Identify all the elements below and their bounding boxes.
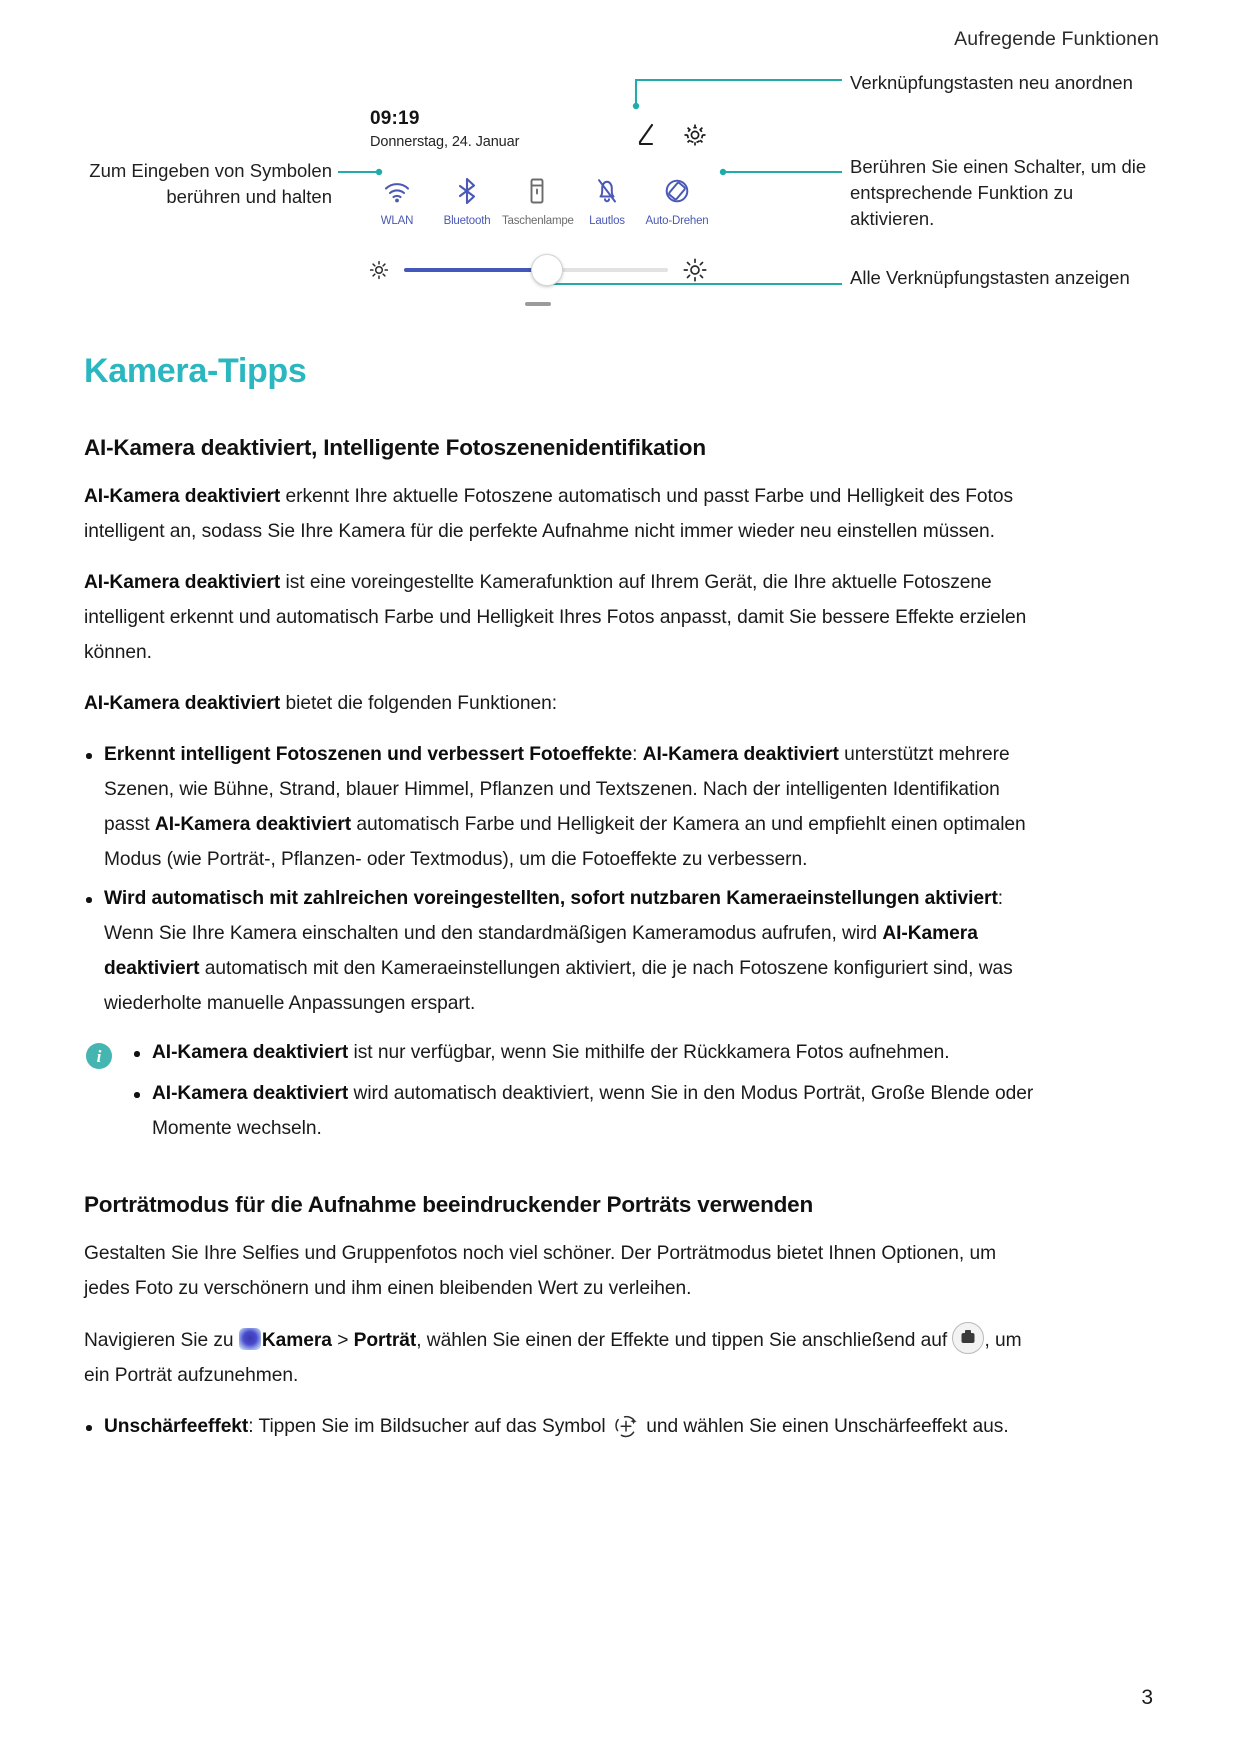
nav-mid-text: , wählen Sie einen der Effekte und tippe… <box>416 1330 953 1351</box>
quick-settings-panel: 09:19 Donnerstag, 24. Januar WLAN Blueto… <box>362 84 712 309</box>
callout-left-hold-icons: Zum Eingeben von Symbolen berühren und h… <box>89 160 332 207</box>
term-ai-camera: AI-Kamera deaktiviert <box>84 486 281 507</box>
list-item: AI-Kamera deaktiviert ist nur verfügbar,… <box>128 1035 1034 1070</box>
quick-toggle-label: Taschenlampe <box>502 215 574 227</box>
bluetooth-icon <box>432 174 502 208</box>
quick-toggle-flashlight[interactable]: Taschenlampe <box>502 174 574 227</box>
brightness-slider-fill <box>404 268 547 272</box>
portrait-bullet-list: Unschärfeeffekt: Tippen Sie im Bildsuche… <box>84 1409 1034 1444</box>
info-note: i AI-Kamera deaktiviert ist nur verfügba… <box>84 1035 1034 1146</box>
list-item: Erkennt intelligent Fotoszenen und verbe… <box>84 737 1034 877</box>
quick-toggle-label: Auto-Drehen <box>645 215 709 227</box>
feature-bullet-list: Erkennt intelligent Fotoszenen und verbe… <box>84 737 1034 1021</box>
quick-toggle-auto-rotate[interactable]: Auto-Drehen <box>642 174 712 227</box>
brightness-slider-knob[interactable] <box>530 254 563 286</box>
bullet-blur-colon: : <box>248 1416 259 1437</box>
paragraph-3: AI-Kamera deaktiviert bietet die folgend… <box>84 686 1034 721</box>
term-ai-camera: AI-Kamera deaktiviert <box>154 814 352 835</box>
camera-shutter-icon[interactable] <box>952 1322 985 1354</box>
quick-toggle-wlan[interactable]: WLAN <box>362 174 432 227</box>
callout-tap-switch: Berühren Sie einen Schalter, um die ents… <box>850 156 1147 229</box>
page-content: Kamera-Tipps AI-Kamera deaktiviert, Inte… <box>84 352 1034 1448</box>
bullet-2-text-1: Wenn Sie Ihre Kamera einschalten und den… <box>104 923 883 944</box>
callout-show-all-shortcuts: Alle Verknüpfungstasten anzeigen <box>850 267 1130 288</box>
page-title: Kamera-Tipps <box>84 352 307 390</box>
pencil-edit-icon[interactable] <box>630 120 660 150</box>
paragraph-2: AI-Kamera deaktiviert ist eine voreinges… <box>84 565 1034 670</box>
term-ai-camera: AI-Kamera deaktiviert <box>152 1083 349 1104</box>
status-time: 09:19 <box>370 108 420 129</box>
document-page: Aufregende Funktionen Zum Eingeben von S… <box>0 0 1241 1754</box>
bullet-2-lead: Wird automatisch mit zahlreichen voreing… <box>104 888 998 909</box>
bullet-2-colon: : <box>997 888 1004 909</box>
brightness-slider-row[interactable] <box>368 252 708 288</box>
page-number: 3 <box>1141 1686 1153 1709</box>
bell-mute-icon <box>572 174 642 208</box>
paragraph-portrait-intro: Gestalten Sie Ihre Selfies und Gruppenfo… <box>84 1243 997 1299</box>
flashlight-icon <box>502 174 572 208</box>
nav-prefix: Navigieren Sie zu <box>84 1330 239 1351</box>
sun-large-icon <box>682 257 708 283</box>
running-header: Aufregende Funktionen <box>954 28 1159 50</box>
list-item: AI-Kamera deaktiviert wird automatisch d… <box>128 1076 1034 1146</box>
expand-drag-handle[interactable] <box>525 302 551 306</box>
nav-mode-name: Porträt <box>353 1330 417 1351</box>
bullet-1-lead: Erkennt intelligent Fotoszenen und verbe… <box>104 744 633 765</box>
bullet-blur-text-2: und wählen Sie einen Unschärfeeffekt aus… <box>640 1416 1009 1437</box>
aperture-blur-icon[interactable] <box>612 1412 640 1440</box>
brightness-slider-track[interactable] <box>404 254 668 286</box>
list-item: Unschärfeeffekt: Tippen Sie im Bildsuche… <box>84 1409 1034 1444</box>
term-ai-camera: AI-Kamera deaktiviert <box>84 572 281 593</box>
list-item: Wird automatisch mit zahlreichen voreing… <box>84 881 1034 1021</box>
auto-rotate-icon <box>642 174 712 208</box>
nav-separator: > <box>331 1330 354 1351</box>
camera-app-icon[interactable] <box>238 1328 261 1350</box>
quick-toggle-label: Lautlos <box>589 215 625 227</box>
subsection-1-heading: AI-Kamera deaktiviert, Intelligente Foto… <box>84 435 706 460</box>
wifi-icon <box>362 174 432 208</box>
info-icon: i <box>86 1043 112 1069</box>
quick-toggle-label: Bluetooth <box>443 215 491 227</box>
term-ai-camera: AI-Kamera deaktiviert <box>642 744 839 765</box>
term-ai-camera: AI-Kamera deaktiviert <box>84 693 281 714</box>
paragraph-1: AI-Kamera deaktiviert erkennt Ihre aktue… <box>84 479 1034 549</box>
term-ai-camera: AI-Kamera deaktiviert <box>152 1042 349 1063</box>
status-date: Donnerstag, 24. Januar <box>370 134 520 150</box>
sun-small-icon <box>368 259 390 281</box>
bullet-1-colon: : <box>632 744 643 765</box>
quick-toggle-label: WLAN <box>380 215 414 227</box>
info-note-list: AI-Kamera deaktiviert ist nur verfügbar,… <box>128 1035 1034 1146</box>
quick-settings-figure: Zum Eingeben von Symbolen berühren und h… <box>82 62 1162 332</box>
bullet-blur-lead: Unschärfeeffekt <box>104 1416 249 1437</box>
callout-rearrange-shortcuts: Verknüpfungstasten neu anordnen <box>850 72 1133 93</box>
bullet-blur-text-1: Tippen Sie im Bildsucher auf das Symbol <box>258 1416 611 1437</box>
quick-toggle-silent[interactable]: Lautlos <box>572 174 642 227</box>
paragraph-navigation: Navigieren Sie zu Kamera > Porträt, wähl… <box>84 1322 1034 1393</box>
subsection-2-heading: Porträtmodus für die Aufnahme beeindruck… <box>84 1192 814 1217</box>
quick-toggle-bluetooth[interactable]: Bluetooth <box>432 174 502 227</box>
nav-app-name: Kamera <box>261 1330 332 1351</box>
paragraph-3-text: bietet die folgenden Funktionen: <box>280 693 558 714</box>
quick-toggle-row: WLAN Bluetooth Taschenlampe Lautlos Auto… <box>362 174 712 227</box>
gear-icon[interactable] <box>680 120 710 150</box>
note-item-text: ist nur verfügbar, wenn Sie mithilfe der… <box>348 1042 950 1063</box>
bullet-2-text-2: automatisch mit den Kameraeinstellungen … <box>104 958 1013 1014</box>
